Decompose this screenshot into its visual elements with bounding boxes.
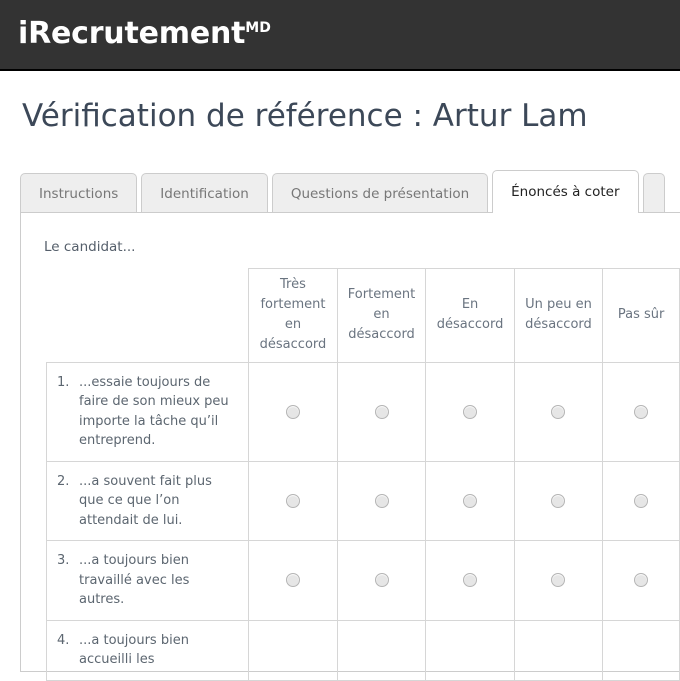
radio-button[interactable] <box>374 493 389 508</box>
column-header-pas-sur: Pas sûr <box>602 268 680 363</box>
column-header-tres-fortement-en-desaccord: Très fortement en désaccord <box>248 268 338 363</box>
table-row: 2. ...a souvent fait plus que ce que l’o… <box>45 460 680 542</box>
radio-cell-4-1[interactable] <box>248 619 338 681</box>
statement-text: ...a toujours bien accueilli les <box>79 632 189 668</box>
radio-button[interactable] <box>374 404 389 419</box>
column-header-fortement-en-desaccord: Fortement en désaccord <box>336 268 427 363</box>
statement-number: 3. <box>57 553 70 569</box>
radio-button[interactable] <box>285 493 300 508</box>
radio-cell-3-1[interactable] <box>248 540 338 621</box>
statement-number: 2. <box>57 473 70 489</box>
radio-cell-4-4[interactable] <box>513 619 604 681</box>
tab-bar: Instructions Identification Questions de… <box>20 170 669 213</box>
radio-cell-2-2[interactable] <box>336 460 427 542</box>
tab-identification[interactable]: Identification <box>141 173 268 213</box>
statement-number: 4. <box>57 632 70 648</box>
radio-cell-3-4[interactable] <box>513 540 604 621</box>
brand-logo[interactable]: iRecrutementMD <box>18 16 271 51</box>
brand-superscript: MD <box>245 20 271 36</box>
tab-instructions[interactable]: Instructions <box>20 173 138 213</box>
radio-cell-3-5[interactable] <box>602 540 680 621</box>
page-title: Vérification de référence : Artur Lam <box>22 98 588 134</box>
radio-cell-3-2[interactable] <box>336 540 427 621</box>
radio-cell-3-3[interactable] <box>425 540 515 621</box>
rating-grid-head: Très fortement en désaccord Fortement en… <box>47 268 680 363</box>
table-row: 1. ...essaie toujours de faire de son mi… <box>45 361 680 462</box>
radio-button[interactable] <box>634 493 649 508</box>
radio-cell-4-5[interactable] <box>602 619 680 681</box>
grid-corner-cell <box>47 269 249 363</box>
tab-enonces-a-coter[interactable]: Énoncés à coter <box>492 170 639 213</box>
radio-cell-2-4[interactable] <box>513 460 604 542</box>
radio-cell-1-1[interactable] <box>248 361 338 462</box>
radio-button[interactable] <box>463 404 478 419</box>
statement-cell-2: 2. ...a souvent fait plus que ce que l’o… <box>45 460 250 542</box>
column-header-un-peu-en-desaccord: Un peu en désaccord <box>513 268 604 363</box>
radio-cell-4-2[interactable] <box>336 619 427 681</box>
radio-cell-1-4[interactable] <box>513 361 604 462</box>
radio-button[interactable] <box>634 404 649 419</box>
radio-cell-2-5[interactable] <box>602 460 680 542</box>
brand-name: iRecrutement <box>18 16 246 51</box>
radio-cell-1-2[interactable] <box>336 361 427 462</box>
radio-button[interactable] <box>634 573 649 588</box>
radio-button[interactable] <box>285 404 300 419</box>
table-row: 3. ...a toujours bien travaillé avec les… <box>45 540 680 621</box>
radio-cell-2-3[interactable] <box>425 460 515 542</box>
statement-cell-1: 1. ...essaie toujours de faire de son mi… <box>45 361 250 462</box>
tab-next-partial[interactable] <box>642 173 665 213</box>
radio-cell-1-3[interactable] <box>425 361 515 462</box>
radio-cell-4-3[interactable] <box>425 619 515 681</box>
rating-grid-body: 1. ...essaie toujours de faire de son mi… <box>45 361 680 681</box>
statement-text: ...a souvent fait plus que ce que l’on a… <box>79 473 212 528</box>
radio-button[interactable] <box>551 573 566 588</box>
radio-button[interactable] <box>285 573 300 588</box>
rating-grid-header-row: Très fortement en désaccord Fortement en… <box>47 268 680 363</box>
radio-button[interactable] <box>551 404 566 419</box>
table-row: 4. ...a toujours bien accueilli les <box>45 619 680 681</box>
radio-button[interactable] <box>463 573 478 588</box>
radio-cell-2-1[interactable] <box>248 460 338 542</box>
tab-questions-de-presentation[interactable]: Questions de présentation <box>271 173 489 213</box>
radio-button[interactable] <box>374 573 389 588</box>
statement-number: 1. <box>57 374 70 390</box>
rating-grid: Très fortement en désaccord Fortement en… <box>45 268 680 681</box>
app-header: iRecrutementMD <box>0 0 680 71</box>
column-header-en-desaccord: En désaccord <box>425 268 515 363</box>
statement-text: ...essaie toujours de faire de son mieux… <box>79 374 229 449</box>
radio-button[interactable] <box>463 493 478 508</box>
statement-cell-4: 4. ...a toujours bien accueilli les <box>45 619 250 681</box>
statement-text: ...a toujours bien travaillé avec les au… <box>79 553 190 608</box>
statement-cell-3: 3. ...a toujours bien travaillé avec les… <box>45 540 250 621</box>
radio-button[interactable] <box>551 493 566 508</box>
panel-intro-text: Le candidat... <box>44 239 136 255</box>
radio-cell-1-5[interactable] <box>602 361 680 462</box>
